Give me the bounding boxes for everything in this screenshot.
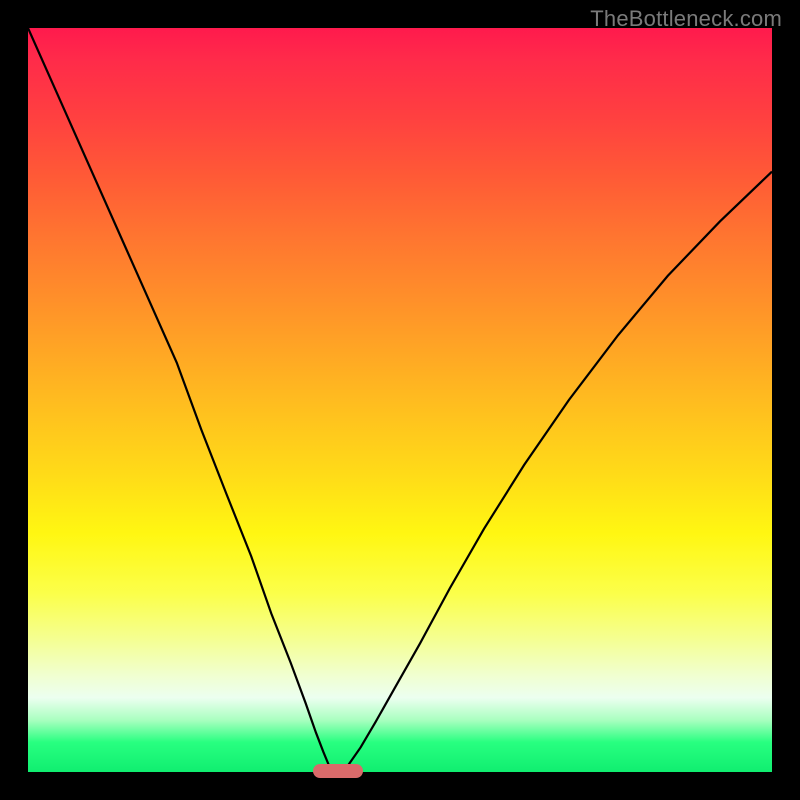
curve-layer bbox=[28, 28, 772, 772]
chart-container: TheBottleneck.com bbox=[0, 0, 800, 800]
curve-right bbox=[343, 172, 772, 772]
curve-left bbox=[28, 28, 333, 772]
bottleneck-marker bbox=[313, 764, 363, 778]
watermark-text: TheBottleneck.com bbox=[590, 6, 782, 32]
